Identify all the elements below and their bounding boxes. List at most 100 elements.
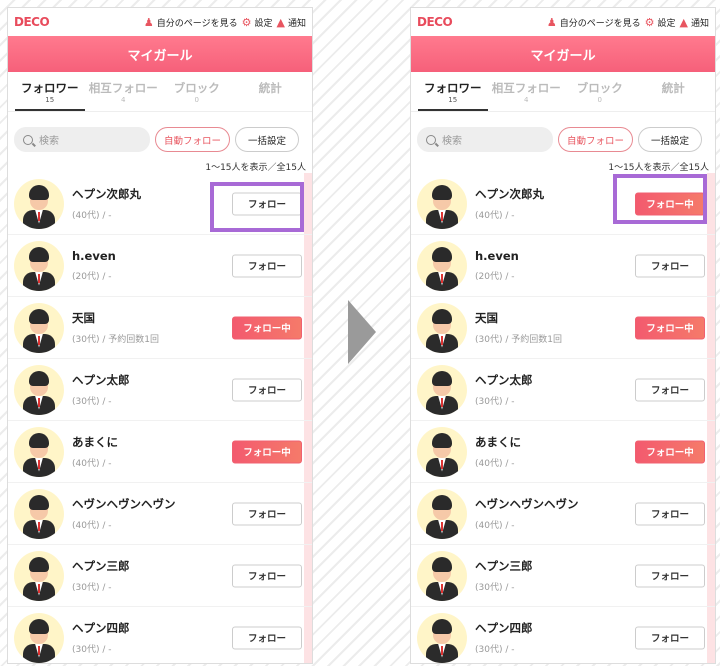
avatar[interactable]: [417, 302, 467, 353]
avatar[interactable]: [417, 426, 467, 477]
notifications-link[interactable]: ▲ 通知: [277, 16, 306, 29]
follow-button[interactable]: フォロー: [635, 564, 705, 587]
avatar[interactable]: [14, 240, 64, 291]
search-input[interactable]: 検索: [417, 127, 553, 152]
tab-bar: フォロワー 15 相互フォロー 4 ブロック 0 統計: [8, 72, 312, 112]
tab-stats[interactable]: 統計: [637, 72, 711, 111]
tab-mutual[interactable]: 相互フォロー 4: [490, 72, 564, 111]
edge-tab: [707, 545, 715, 606]
follow-button[interactable]: フォロー中: [635, 316, 705, 339]
follow-button[interactable]: フォロー: [232, 564, 302, 587]
user-row[interactable]: ヘプン次郎丸 (40代) / - フォロー中: [411, 173, 715, 235]
follow-button[interactable]: フォロー: [232, 254, 302, 277]
user-row[interactable]: ヘプン四郎 (30代) / - フォロー: [411, 607, 715, 663]
avatar[interactable]: [14, 612, 64, 663]
edge-tab: [707, 297, 715, 358]
follow-button[interactable]: フォロー: [232, 378, 302, 401]
avatar[interactable]: [417, 550, 467, 601]
settings-link[interactable]: ⚙ 設定: [242, 16, 273, 29]
user-row[interactable]: 天国 (30代) / 予約回数1回 フォロー中: [411, 297, 715, 359]
avatar[interactable]: [417, 612, 467, 663]
user-row[interactable]: h.even (20代) / - フォロー: [8, 235, 312, 297]
deco-logo[interactable]: DECO: [14, 15, 50, 29]
follow-button[interactable]: フォロー: [635, 254, 705, 277]
avatar[interactable]: [14, 426, 64, 477]
person-icon: ♟: [546, 15, 557, 29]
gear-icon: ⚙: [644, 15, 655, 29]
avatar[interactable]: [417, 178, 467, 229]
edge-tab: [707, 173, 715, 234]
edge-tab: [707, 359, 715, 420]
user-row[interactable]: あまくに (40代) / - フォロー中: [8, 421, 312, 483]
result-count: 1〜15人を表示／全15人: [205, 163, 306, 173]
bulk-settings-button[interactable]: 一括設定: [235, 127, 300, 152]
avatar[interactable]: [14, 178, 64, 229]
deco-logo[interactable]: DECO: [417, 15, 453, 29]
edge-tab: [304, 173, 312, 234]
bell-icon: ▲: [276, 15, 285, 29]
avatar[interactable]: [417, 488, 467, 539]
follow-button[interactable]: フォロー中: [232, 316, 302, 339]
follow-button[interactable]: フォロー: [635, 502, 705, 525]
edge-tab: [707, 607, 715, 663]
edge-tab: [707, 235, 715, 296]
search-input[interactable]: 検索: [14, 127, 150, 152]
edge-tab: [304, 421, 312, 482]
follow-button[interactable]: フォロー中: [232, 440, 302, 463]
avatar[interactable]: [417, 364, 467, 415]
follow-button[interactable]: フォロー: [232, 192, 302, 215]
user-list: ヘプン次郎丸 (40代) / - フォロー中 h.even (20代) / - フォロー天…: [411, 173, 715, 663]
toolbar: 検索 自動フォロー 一括設定: [411, 126, 715, 153]
follow-button[interactable]: フォロー: [232, 502, 302, 525]
search-icon: [23, 134, 33, 145]
edge-tab: [304, 545, 312, 606]
settings-label: 設定: [657, 18, 676, 29]
follow-button[interactable]: フォロー中: [635, 192, 705, 215]
follow-button[interactable]: フォロー: [635, 378, 705, 401]
tab-block[interactable]: ブロック 0: [160, 72, 234, 111]
avatar[interactable]: [14, 364, 64, 415]
user-row[interactable]: 天国 (30代) / 予約回数1回 フォロー中: [8, 297, 312, 359]
mypage-link[interactable]: ♟ 自分のページを見る: [144, 16, 238, 29]
page-title: マイガール: [411, 36, 715, 72]
bell-icon: ▲: [679, 15, 688, 29]
tab-stats[interactable]: 統計: [234, 72, 308, 111]
user-row[interactable]: ヘプン四郎 (30代) / - フォロー: [8, 607, 312, 663]
tab-mutual[interactable]: 相互フォロー 4: [87, 72, 161, 111]
user-row[interactable]: ヘヴンヘヴンヘヴン (40代) / - フォロー: [411, 483, 715, 545]
settings-link[interactable]: ⚙ 設定: [645, 16, 676, 29]
bulk-settings-button[interactable]: 一括設定: [638, 127, 703, 152]
avatar[interactable]: [14, 550, 64, 601]
notifications-link[interactable]: ▲ 通知: [680, 16, 709, 29]
follow-button[interactable]: フォロー: [635, 626, 705, 649]
follow-button[interactable]: フォロー: [232, 626, 302, 649]
user-row[interactable]: ヘプン太郎 (30代) / - フォロー: [411, 359, 715, 421]
auto-follow-button[interactable]: 自動フォロー: [558, 127, 634, 152]
tab-followers[interactable]: フォロワー 15: [13, 72, 87, 111]
tab-block[interactable]: ブロック 0: [563, 72, 637, 111]
avatar[interactable]: [417, 240, 467, 291]
page-title: マイガール: [8, 36, 312, 72]
person-icon: ♟: [143, 15, 154, 29]
top-bar: DECO ♟ 自分のページを見る ⚙ 設定 ▲ 通知: [411, 8, 715, 36]
edge-tab: [304, 297, 312, 358]
tab-followers[interactable]: フォロワー 15: [416, 72, 490, 111]
tab-bar: フォロワー 15 相互フォロー 4 ブロック 0 統計: [411, 72, 715, 112]
user-row[interactable]: ヘプン三郎 (30代) / - フォロー: [8, 545, 312, 607]
edge-tab: [304, 359, 312, 420]
user-row[interactable]: ヘプン太郎 (30代) / - フォロー: [8, 359, 312, 421]
mypage-link[interactable]: ♟ 自分のページを見る: [547, 16, 641, 29]
auto-follow-button[interactable]: 自動フォロー: [155, 127, 231, 152]
user-row[interactable]: ヘプン三郎 (30代) / - フォロー: [411, 545, 715, 607]
user-row[interactable]: あまくに (40代) / - フォロー中: [411, 421, 715, 483]
user-row[interactable]: ヘヴンヘヴンヘヴン (40代) / - フォロー: [8, 483, 312, 545]
edge-tab: [707, 483, 715, 544]
edge-tab: [707, 421, 715, 482]
user-row[interactable]: h.even (20代) / - フォロー: [411, 235, 715, 297]
user-row[interactable]: ヘプン次郎丸 (40代) / - フォロー: [8, 173, 312, 235]
arrow-icon: [348, 300, 376, 364]
follow-button[interactable]: フォロー中: [635, 440, 705, 463]
avatar[interactable]: [14, 302, 64, 353]
avatar[interactable]: [14, 488, 64, 539]
mypage-label: 自分のページを見る: [156, 18, 238, 29]
